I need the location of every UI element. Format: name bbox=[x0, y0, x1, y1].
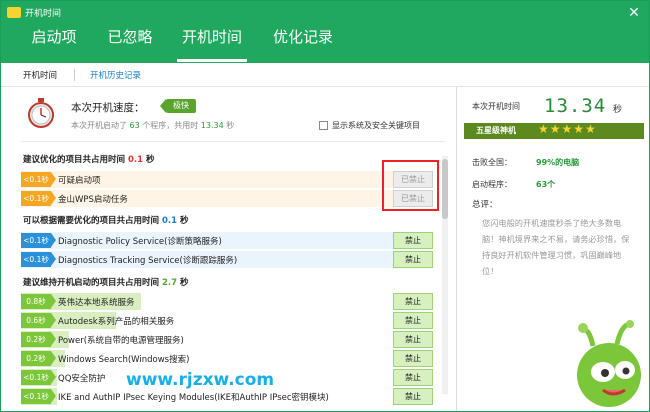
program-count: 63 bbox=[129, 121, 140, 130]
boot-time-label: 本次开机时间 bbox=[472, 102, 520, 111]
time-badge-text: 0.2秒 bbox=[26, 354, 46, 363]
close-button[interactable]: ✕ bbox=[625, 5, 643, 21]
disable-button[interactable]: 禁止 bbox=[393, 350, 433, 367]
section-time-unit: 秒 bbox=[180, 216, 189, 226]
tab-startup[interactable]: 启动项 bbox=[23, 24, 85, 62]
speed-badge: 极快 bbox=[160, 99, 196, 113]
time-badge-text: <0.1秒 bbox=[23, 194, 49, 203]
detail-mid: 个程序，共用时 bbox=[142, 121, 199, 130]
item-name: Windows Search(Windows搜索) bbox=[58, 355, 190, 365]
section-title-optional: 可以根据需要优化的项目共占用时间 0.1 秒 bbox=[23, 214, 189, 226]
show-system-checkbox[interactable] bbox=[319, 121, 328, 130]
boot-time-value: 13.34 bbox=[200, 121, 224, 130]
disable-button[interactable]: 禁止 bbox=[393, 369, 433, 386]
section-title-text: 建议优化的项目共占用时间 bbox=[23, 155, 126, 165]
tab-ignored[interactable]: 已忽略 bbox=[99, 24, 161, 62]
mascot-image bbox=[577, 320, 641, 407]
highlight-box bbox=[382, 160, 439, 211]
section-title-optimize: 建议优化的项目共占用时间 0.1 秒 bbox=[23, 153, 155, 165]
disable-button[interactable]: 禁止 bbox=[393, 232, 433, 249]
time-badge: <0.1秒 bbox=[21, 191, 56, 206]
item-name: QQ安全防护 bbox=[58, 374, 106, 384]
time-badge-text: 0.8秒 bbox=[26, 297, 46, 306]
time-badge-text: 0.2秒 bbox=[26, 335, 46, 344]
divider bbox=[21, 141, 445, 142]
list-item: <0.1秒 可疑启动项 已禁止 bbox=[21, 170, 433, 189]
summary-text: 您闪电般的开机速度秒杀了绝大多数电脑！神机境界来之不易，请务必珍惜，保持良好开机… bbox=[482, 218, 630, 276]
list-item: <0.1秒 金山WPS启动任务 已禁止 bbox=[21, 189, 433, 208]
rating-stars: ★★★★★ bbox=[538, 122, 597, 136]
item-name: 金山WPS启动任务 bbox=[58, 195, 128, 205]
time-badge: <0.1秒 bbox=[21, 172, 56, 187]
time-badge: 0.8秒 bbox=[21, 294, 56, 309]
time-badge-text: 0.6秒 bbox=[26, 316, 46, 325]
subnav-boot-time[interactable]: 开机时间 bbox=[23, 69, 57, 81]
section-time-unit: 秒 bbox=[180, 278, 189, 288]
watermark-text: www.rjzxw.com bbox=[126, 370, 275, 390]
detail-post: 秒 bbox=[226, 121, 235, 130]
time-badge: <0.1秒 bbox=[21, 389, 56, 404]
boot-items-panel: 本次开机速度： 极快 本次开机启动了 63 个程序，共用时 13.34 秒 显示… bbox=[1, 87, 457, 411]
section-time-value: 0.1 bbox=[127, 155, 144, 165]
section-time-unit: 秒 bbox=[146, 155, 155, 165]
list-item: 0.2秒 Windows Search(Windows搜索) 禁止 bbox=[21, 349, 433, 368]
tab-optimize-log[interactable]: 优化记录 bbox=[265, 24, 341, 62]
section-title-text: 建议维持开机启动的项目共占用时间 bbox=[23, 278, 160, 288]
time-badge: <0.1秒 bbox=[21, 233, 56, 248]
time-badge-text: <0.1秒 bbox=[23, 392, 49, 401]
title-bar: 开机时间 ✕ 启动项 已忽略 开机时间 优化记录 bbox=[1, 1, 649, 63]
beat-value: 99%的电脑 bbox=[536, 158, 580, 167]
scrollbar-thumb[interactable] bbox=[442, 159, 448, 219]
disable-button[interactable]: 禁止 bbox=[393, 388, 433, 405]
disable-button[interactable]: 禁止 bbox=[393, 251, 433, 268]
list-item: 0.8秒 英伟达本地系统服务 禁止 bbox=[21, 292, 433, 311]
detail-pre: 本次开机启动了 bbox=[71, 121, 127, 130]
boot-speed-detail: 本次开机启动了 63 个程序，共用时 13.34 秒 bbox=[71, 120, 234, 131]
tab-boot-time[interactable]: 开机时间 bbox=[177, 24, 247, 62]
programs-label: 启动程序： bbox=[472, 180, 512, 189]
time-badge-text: <0.1秒 bbox=[23, 236, 49, 245]
time-badge: <0.1秒 bbox=[21, 370, 56, 385]
time-badge: 0.6秒 bbox=[21, 313, 56, 328]
disable-button[interactable]: 禁止 bbox=[393, 331, 433, 348]
time-badge-text: <0.1秒 bbox=[23, 255, 49, 264]
time-badge: <0.1秒 bbox=[21, 252, 56, 267]
boot-time-unit: 秒 bbox=[613, 105, 623, 115]
list-item: 0.2秒 Power(系统自带的电源管理服务) 禁止 bbox=[21, 330, 433, 349]
app-logo-icon bbox=[7, 7, 21, 18]
rank-label: 五星级神机 bbox=[476, 126, 516, 135]
item-name: Autodesk系列产品的相关服务 bbox=[58, 317, 175, 327]
item-name: IKE and AuthIP IPsec Keying Modules(IKE和… bbox=[58, 393, 329, 403]
time-badge-text: <0.1秒 bbox=[23, 175, 49, 184]
list-item: <0.1秒 Diagnostic Policy Service(诊断策略服务) … bbox=[21, 231, 433, 250]
section-title-text: 可以根据需要优化的项目共占用时间 bbox=[23, 216, 160, 226]
item-name: Diagnostics Tracking Service(诊断跟踪服务) bbox=[58, 256, 238, 266]
boot-time-display: 13.34 bbox=[544, 95, 607, 117]
sub-navigation: 开机时间 开机历史记录 bbox=[1, 63, 649, 87]
section-time-value: 0.1 bbox=[161, 216, 178, 226]
list-item: <0.1秒 Diagnostics Tracking Service(诊断跟踪服… bbox=[21, 250, 433, 269]
item-name: Power(系统自带的电源管理服务) bbox=[58, 336, 184, 346]
item-name: 可疑启动项 bbox=[58, 176, 101, 186]
app-window: 开机时间 ✕ 启动项 已忽略 开机时间 优化记录 开机时间 开机历史记录 本次开… bbox=[0, 0, 650, 412]
stopwatch-icon bbox=[28, 98, 54, 128]
section-title-keep: 建议维持开机启动的项目共占用时间 2.7 秒 bbox=[23, 276, 189, 288]
window-title: 开机时间 bbox=[25, 9, 62, 19]
time-badge-text: <0.1秒 bbox=[23, 373, 49, 382]
subnav-divider bbox=[74, 69, 75, 81]
programs-value: 63个 bbox=[536, 180, 556, 189]
beat-label: 击败全国： bbox=[472, 158, 512, 167]
list-item: 0.6秒 Autodesk系列产品的相关服务 禁止 bbox=[21, 311, 433, 330]
item-name: Diagnostic Policy Service(诊断策略服务) bbox=[58, 237, 222, 247]
subnav-boot-history[interactable]: 开机历史记录 bbox=[90, 69, 141, 81]
boot-speed-label: 本次开机速度： bbox=[71, 102, 145, 114]
show-system-label: 显示系统及安全关键项目 bbox=[332, 121, 420, 130]
item-name: 英伟达本地系统服务 bbox=[58, 298, 135, 308]
time-badge: 0.2秒 bbox=[21, 351, 56, 366]
disable-button[interactable]: 禁止 bbox=[393, 293, 433, 310]
time-badge: 0.2秒 bbox=[21, 332, 56, 347]
section-time-value: 2.7 bbox=[161, 278, 178, 288]
summary-label: 总评： bbox=[472, 200, 498, 210]
disable-button[interactable]: 禁止 bbox=[393, 312, 433, 329]
